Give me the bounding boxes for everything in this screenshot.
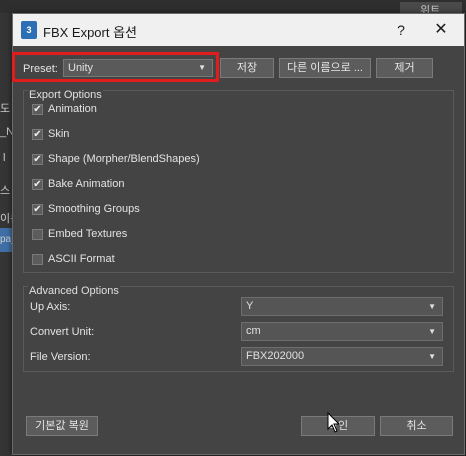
convert-unit-label: Convert Unit:: [30, 326, 95, 338]
up-axis-dropdown[interactable]: Y ▼: [241, 297, 443, 316]
checkbox-icon[interactable]: [32, 229, 43, 240]
checkbox-label: Smoothing Groups: [48, 203, 140, 215]
checkbox-icon[interactable]: [32, 254, 43, 265]
checkbox-label: Shape (Morpher/BlendShapes): [48, 153, 200, 165]
checkbox-label: ASCII Format: [48, 253, 115, 265]
preset-save-as-button[interactable]: 다른 이름으로 ...: [279, 58, 371, 78]
background-fragment: l: [3, 152, 6, 164]
preset-save-button[interactable]: 저장: [220, 58, 274, 78]
export-options-title: Export Options: [28, 89, 103, 101]
checkbox-label: Bake Animation: [48, 178, 125, 190]
title-bar[interactable]: 3 FBX Export 옵션 ? ✕: [13, 14, 464, 46]
fbx-export-dialog: 3 FBX Export 옵션 ? ✕ Preset: Unity ▼ 저장 다…: [12, 13, 465, 455]
preset-highlight-box: [12, 52, 219, 82]
file-version-value: FBX202000: [246, 350, 305, 362]
advanced-options-title: Advanced Options: [28, 285, 120, 297]
checkbox-icon[interactable]: ✔: [32, 129, 43, 140]
reset-defaults-button[interactable]: 기본값 복원: [26, 416, 98, 436]
chevron-down-icon: ▼: [428, 352, 436, 361]
background-toolbar: [0, 0, 466, 13]
checkbox-icon[interactable]: ✔: [32, 104, 43, 115]
close-button[interactable]: ✕: [431, 20, 451, 40]
convert-unit-dropdown[interactable]: cm ▼: [241, 322, 443, 341]
up-axis-value: Y: [246, 300, 254, 312]
chevron-down-icon: ▼: [428, 302, 436, 311]
export-options-group: Export Options ✔ Animation ✔ Skin ✔ Shap…: [23, 89, 454, 273]
mouse-cursor-icon: [327, 412, 341, 433]
checkbox-icon[interactable]: ✔: [32, 154, 43, 165]
dialog-title: FBX Export 옵션: [43, 25, 137, 40]
checkbox-icon[interactable]: ✔: [32, 204, 43, 215]
help-button[interactable]: ?: [391, 20, 411, 40]
file-version-dropdown[interactable]: FBX202000 ▼: [241, 347, 443, 366]
checkbox-label: Embed Textures: [48, 228, 128, 240]
background-fragment: 스: [0, 185, 11, 197]
convert-unit-value: cm: [246, 325, 261, 337]
cancel-button[interactable]: 취소: [380, 416, 453, 436]
checkbox-label: Skin: [48, 128, 70, 140]
chevron-down-icon: ▼: [428, 327, 436, 336]
file-version-label: File Version:: [30, 351, 91, 363]
up-axis-label: Up Axis:: [30, 301, 71, 313]
checkbox-label: Animation: [48, 103, 97, 115]
3dsmax-app-icon: 3: [21, 21, 37, 39]
background-fragment: 도: [0, 103, 11, 115]
advanced-options-group: Advanced Options Up Axis: Y ▼ Convert Un…: [23, 285, 454, 372]
preset-delete-button[interactable]: 제거: [376, 58, 433, 78]
checkbox-icon[interactable]: ✔: [32, 179, 43, 190]
